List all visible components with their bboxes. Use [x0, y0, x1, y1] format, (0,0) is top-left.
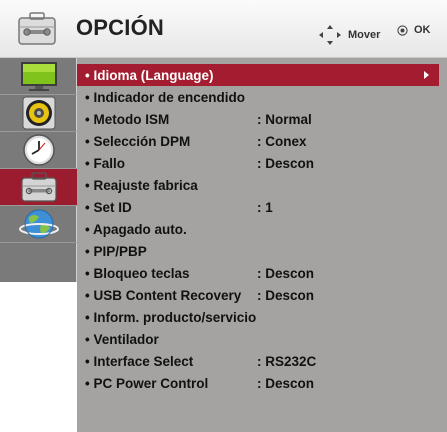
- menu-item-label: • Indicador de encendido: [85, 89, 245, 105]
- menu-item-value: : Conex: [257, 133, 307, 149]
- menu-item-value: : 1: [257, 199, 273, 215]
- tab-time[interactable]: [0, 132, 77, 169]
- menu-item-value: : Descon: [257, 155, 315, 171]
- menu-item-label: • Fallo: [85, 155, 125, 171]
- menu-item-value: : RS232C: [257, 353, 317, 369]
- tab-option[interactable]: [0, 169, 77, 206]
- menu-item-label: • Bloqueo teclas: [85, 265, 190, 281]
- tab-audio[interactable]: [0, 95, 77, 132]
- globe-icon: [18, 209, 59, 239]
- menu-item-fallo[interactable]: • Fallo : Descon: [77, 152, 439, 174]
- menu-item-usb-content-recovery[interactable]: • USB Content Recovery : Descon: [77, 284, 439, 306]
- toolbox-icon: [20, 172, 57, 202]
- category-sidebar: [0, 58, 77, 282]
- menu-item-inform-producto[interactable]: • Inform. producto/servicio: [77, 306, 439, 328]
- osd-menu: OPCIÓN Mover OK • Idioma (Language) • In…: [0, 0, 447, 432]
- menu-item-interface-select[interactable]: • Interface Select : RS232C: [77, 350, 439, 372]
- page-title: OPCIÓN: [76, 15, 164, 40]
- navigation-arrows-icon: [319, 25, 341, 45]
- menu-item-value: : Descon: [257, 375, 315, 391]
- menu-item-pip-pbp[interactable]: • PIP/PBP: [77, 240, 439, 262]
- menu-header: OPCIÓN Mover OK: [0, 0, 447, 58]
- tab-picture[interactable]: [0, 58, 77, 95]
- menu-item-label: • PIP/PBP: [85, 243, 147, 259]
- menu-item-indicador-encendido[interactable]: • Indicador de encendido: [77, 86, 439, 108]
- menu-item-bloqueo-teclas[interactable]: • Bloqueo teclas : Descon: [77, 262, 439, 284]
- ok-hint: OK: [397, 24, 431, 36]
- menu-item-label: • Inform. producto/servicio: [85, 309, 257, 325]
- menu-item-seleccion-dpm[interactable]: • Selección DPM : Conex: [77, 130, 439, 152]
- menu-item-label: • Set ID: [85, 199, 132, 215]
- menu-item-metodo-ism[interactable]: • Metodo ISM : Normal: [77, 108, 439, 130]
- clock-icon: [22, 134, 55, 166]
- toolbox-icon: [18, 12, 56, 45]
- option-list: • Idioma (Language) • Indicador de encen…: [77, 58, 447, 432]
- menu-item-value: : Descon: [257, 287, 315, 303]
- ok-label: OK: [414, 24, 431, 36]
- menu-item-apagado-auto[interactable]: • Apagado auto.: [77, 218, 439, 240]
- move-label: Mover: [348, 29, 381, 41]
- menu-item-reajuste-fabrica[interactable]: • Reajuste fabrica: [77, 174, 439, 196]
- tab-network[interactable]: [0, 206, 77, 243]
- chevron-right-icon: [424, 71, 429, 79]
- menu-item-label: • Idioma (Language): [85, 67, 214, 83]
- menu-item-ventilador[interactable]: • Ventilador: [77, 328, 439, 350]
- ok-button-icon: [397, 24, 408, 36]
- menu-item-label: • PC Power Control: [85, 375, 209, 391]
- speaker-icon: [22, 96, 55, 130]
- monitor-icon: [20, 62, 57, 91]
- menu-item-pc-power-control[interactable]: • PC Power Control : Descon: [77, 372, 439, 394]
- menu-item-label: • Reajuste fabrica: [85, 177, 198, 193]
- menu-item-value: : Descon: [257, 265, 315, 281]
- menu-item-label: • USB Content Recovery: [85, 287, 242, 303]
- menu-item-label: • Metodo ISM: [85, 111, 170, 127]
- menu-item-idioma[interactable]: • Idioma (Language): [77, 64, 439, 86]
- menu-item-set-id[interactable]: • Set ID : 1: [77, 196, 439, 218]
- move-hint: Mover: [318, 24, 380, 46]
- menu-item-label: • Apagado auto.: [85, 221, 187, 237]
- menu-item-label: • Ventilador: [85, 331, 159, 347]
- menu-item-value: : Normal: [257, 111, 312, 127]
- menu-item-label: • Interface Select: [85, 353, 194, 369]
- menu-item-label: • Selección DPM: [85, 133, 191, 149]
